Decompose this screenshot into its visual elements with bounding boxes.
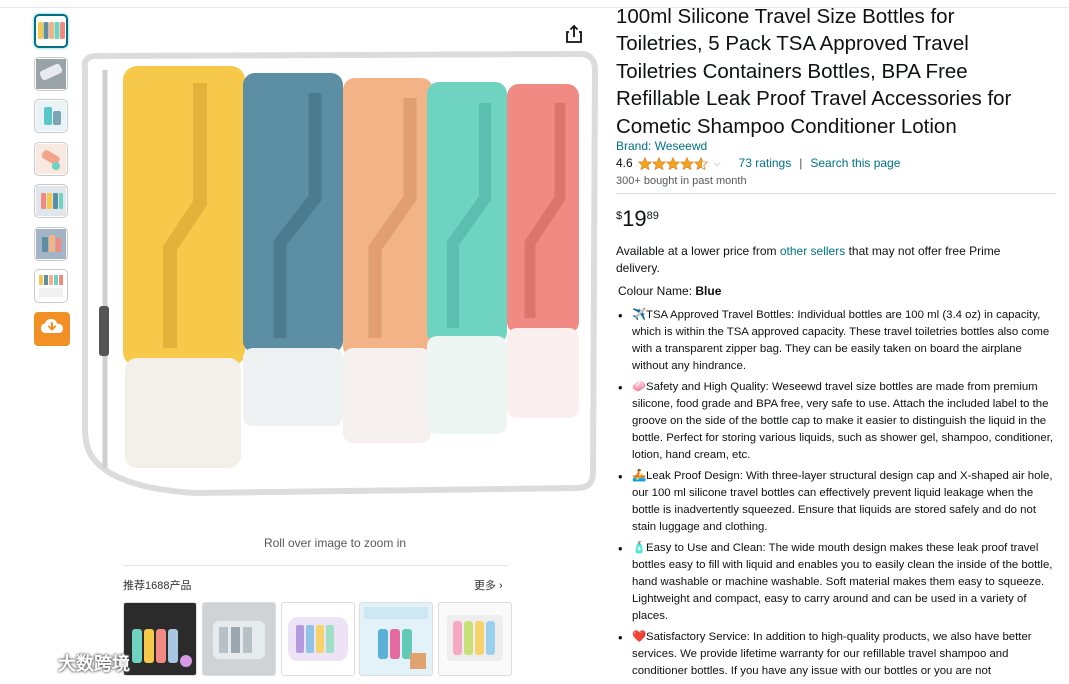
thumbnail-7[interactable]	[34, 269, 68, 303]
recommended-item[interactable]	[359, 602, 433, 676]
brand-link[interactable]: Brand: Weseewd	[616, 139, 707, 153]
download-button[interactable]	[34, 311, 70, 346]
colour-label: Colour Name:	[618, 284, 696, 298]
recommended-item[interactable]	[123, 602, 197, 676]
star-rating[interactable]	[637, 156, 708, 170]
price-fraction: 89	[646, 210, 659, 222]
star-icon	[665, 156, 680, 170]
recommended-title: 推荐1688产品	[123, 580, 192, 592]
feature-bullet: ✈️TSA Approved Travel Bottles: Individua…	[616, 307, 1056, 375]
recommended-more-link[interactable]: 更多 ›	[474, 577, 503, 593]
thumbnail-5[interactable]	[34, 184, 68, 218]
rating-value: 4.6	[616, 156, 633, 170]
feature-bullet: ❤️Satisfactory Service: In addition to h…	[616, 629, 1056, 680]
recommended-divider	[123, 565, 507, 566]
product-title: 100ml Silicone Travel Size Bottles for T…	[616, 5, 1012, 138]
thumbnail-4[interactable]	[34, 141, 68, 176]
chevron-down-icon[interactable]: ⌵	[714, 158, 721, 169]
ratings-count-link[interactable]: 73 ratings	[739, 156, 792, 170]
separator: |	[799, 156, 803, 170]
thumbnail-3[interactable]	[34, 99, 68, 133]
price-currency: $	[616, 210, 623, 222]
rating-row: 4.6 ⌵ 73 ratings | Search this page	[616, 156, 900, 170]
thumbnail-list	[34, 14, 70, 346]
watermark: 大数跨境	[7, 648, 130, 677]
recommended-item[interactable]	[281, 602, 355, 676]
star-icon	[693, 156, 708, 170]
feature-bullet: 🧴Easy to Use and Clean: The wide mouth d…	[616, 540, 1056, 625]
feature-bullet: 🧼Safety and High Quality: Weseewd travel…	[616, 379, 1056, 464]
thumbnail-2[interactable]	[34, 56, 68, 91]
watermark-logo-icon	[7, 648, 52, 677]
feature-text: Satisfactory Service: In addition to hig…	[632, 631, 1032, 677]
download-cloud-icon	[40, 317, 64, 340]
zoom-hint: Roll over image to zoom in	[263, 536, 407, 550]
feature-text: Easy to Use and Clean: The wide mouth de…	[632, 542, 1053, 622]
other-sellers-link[interactable]: other sellers	[780, 244, 845, 258]
star-icon	[651, 156, 666, 170]
price: $1989	[616, 206, 659, 232]
boat-icon: 🚣	[632, 470, 647, 482]
share-icon	[565, 24, 583, 48]
main-product-image[interactable]	[75, 48, 600, 503]
search-this-page-link[interactable]: Search this page	[810, 156, 900, 170]
share-button[interactable]	[565, 24, 583, 49]
recommended-item[interactable]	[438, 602, 512, 676]
watermark-text: 大数跨境	[58, 653, 130, 674]
divider	[616, 193, 1055, 194]
availability-text: Available at a lower price from	[616, 244, 780, 258]
star-icon	[637, 156, 652, 170]
colour-value: Blue	[695, 284, 722, 298]
lotion-bottle-icon: 🧴	[632, 542, 647, 554]
feature-text: TSA Approved Travel Bottles: Individual …	[632, 309, 1050, 372]
price-whole: 19	[622, 206, 647, 231]
thumbnail-1[interactable]	[34, 14, 68, 48]
feature-text: Leak Proof Design: With three-layer stru…	[632, 470, 1053, 533]
feature-text: Safety and High Quality: Weseewd travel …	[632, 381, 1054, 461]
colour-selection: Colour Name: Blue	[618, 284, 721, 298]
star-icon	[679, 156, 694, 170]
thumbnail-6[interactable]	[34, 226, 68, 261]
soap-icon: 🧼	[632, 381, 647, 393]
bought-count: 300+ bought in past month	[616, 175, 747, 187]
availability-note: Available at a lower price from other se…	[616, 243, 1036, 277]
recommended-item[interactable]	[202, 602, 276, 676]
feature-bullet: 🚣Leak Proof Design: With three-layer str…	[616, 468, 1056, 536]
heart-icon: ❤️	[632, 631, 647, 643]
airplane-icon: ✈️	[632, 309, 647, 321]
feature-bullets: ✈️TSA Approved Travel Bottles: Individua…	[616, 307, 1056, 684]
